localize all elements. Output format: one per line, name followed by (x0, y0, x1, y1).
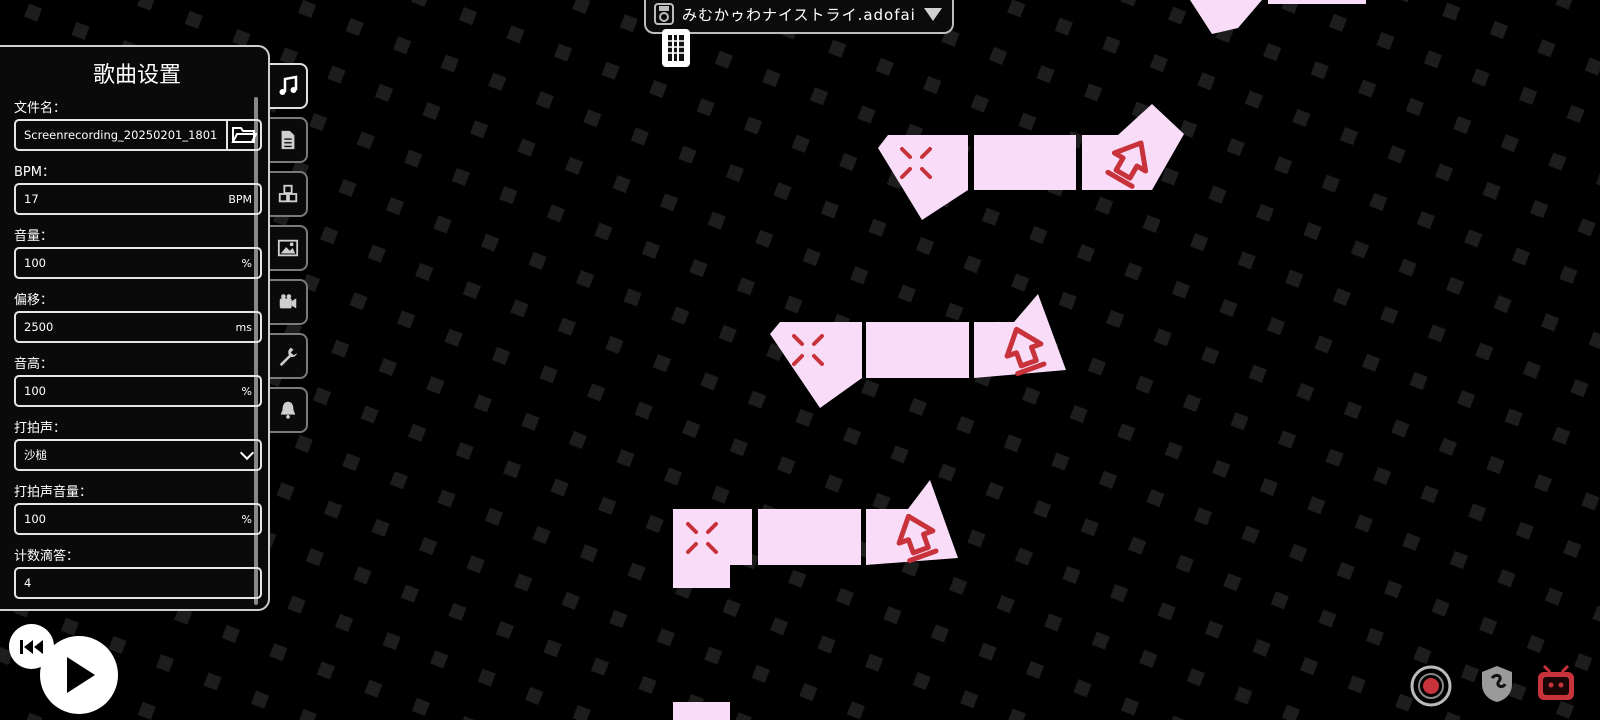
bilibili-tv-icon[interactable] (1534, 662, 1578, 706)
bpm-unit: BPM (228, 192, 252, 206)
field-label-hitsound-volume: 打拍声音量： (14, 485, 93, 500)
tab-song[interactable] (270, 63, 308, 109)
tiles-icon (278, 184, 298, 203)
pitch-input[interactable]: 100 % (14, 375, 262, 407)
field-label-bpm: BPM： (14, 165, 55, 180)
field-label-volume: 音量： (14, 229, 54, 244)
field-label-filename: 文件名： (14, 101, 67, 116)
offset-unit: ms (235, 320, 252, 334)
tab-misc[interactable] (270, 333, 308, 379)
bpm-input[interactable]: 17 BPM (14, 183, 262, 215)
track-tile[interactable] (673, 702, 730, 720)
hitsound-volume-input[interactable]: 100 % (14, 503, 262, 535)
hitsound-select[interactable]: 沙槌 (14, 439, 262, 471)
track-tile[interactable] (974, 135, 1076, 190)
pitch-unit: % (241, 384, 252, 398)
volume-input[interactable]: 100 % (14, 247, 262, 279)
field-label-offset: 偏移： (14, 293, 54, 308)
offset-input[interactable]: 2500 ms (14, 311, 262, 343)
play-icon (67, 657, 95, 693)
dropdown-arrow-icon (924, 7, 942, 21)
filename-input[interactable]: Screenrecording_20250201_180158.o (14, 119, 228, 151)
hitsound-volume-unit: % (241, 512, 252, 526)
tab-decorations[interactable] (270, 387, 308, 433)
track-tile[interactable] (770, 322, 862, 408)
field-label-pitch: 音高： (14, 357, 54, 372)
track-tile[interactable] (758, 509, 861, 565)
tab-background[interactable] (270, 225, 308, 271)
keyboard-button[interactable] (662, 29, 690, 67)
tab-camera[interactable] (270, 279, 308, 325)
save-disk-icon (654, 3, 674, 25)
keyboard-icon (668, 35, 684, 61)
track-tile[interactable] (1190, 0, 1262, 34)
wrench-icon (279, 347, 298, 367)
file-selector[interactable]: みむかゥわナイストライ.adofai (644, 0, 954, 34)
rewind-icon (19, 639, 43, 654)
chevron-down-icon (239, 445, 255, 461)
tab-track[interactable] (270, 171, 308, 217)
countdown-ticks-input[interactable]: 4 (14, 567, 262, 599)
camera-icon (279, 294, 297, 309)
bell-icon (280, 401, 296, 419)
shield-icon[interactable] (1479, 664, 1515, 704)
field-label-countdown-ticks: 计数滴答： (14, 549, 80, 564)
image-icon (277, 239, 299, 257)
tab-level[interactable] (270, 117, 308, 163)
field-label-hitsound: 打拍声： (14, 421, 67, 436)
music-note-icon (279, 75, 298, 95)
auto-play-icon[interactable] (1409, 664, 1453, 708)
document-icon (281, 130, 295, 150)
level-filename: みむかゥわナイストライ.adofai (682, 5, 916, 24)
track-tile[interactable] (1268, 0, 1366, 4)
track-tile[interactable] (878, 135, 968, 220)
browse-folder-button[interactable] (226, 119, 262, 151)
panel-title: 歌曲设置 (92, 63, 181, 88)
play-button[interactable] (40, 636, 118, 714)
song-settings-panel: 歌曲设置 文件名： Screenrecording_20250201_18015… (0, 45, 270, 611)
track-tile[interactable] (866, 322, 969, 378)
folder-icon (231, 127, 257, 143)
volume-unit: % (241, 256, 252, 270)
